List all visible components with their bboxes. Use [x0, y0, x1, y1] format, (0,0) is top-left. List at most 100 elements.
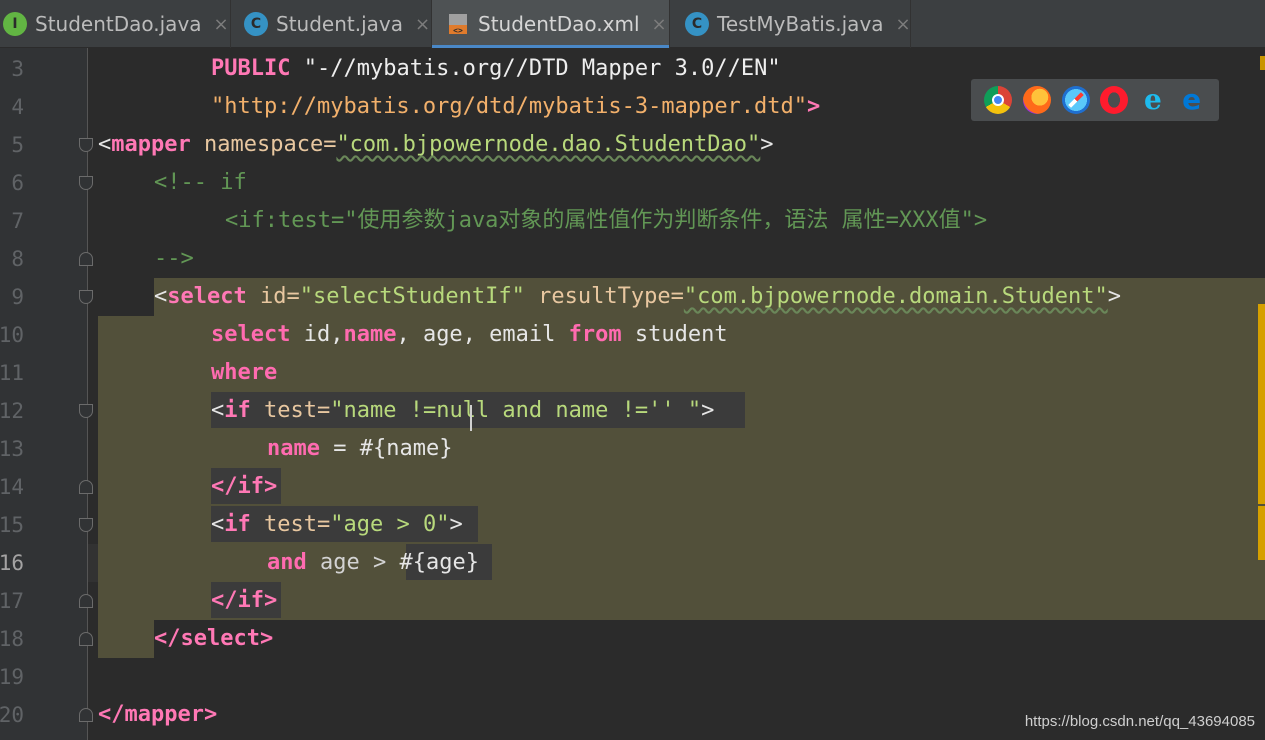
tag-bracket: < [154, 284, 168, 309]
closing-tag: </mapper> [98, 702, 218, 727]
open-in-browser-toolbar: e e [971, 79, 1219, 121]
tab-label: Student.java [276, 12, 403, 36]
tab-label: StudentDao.xml [478, 12, 640, 36]
code-line-10: select id,name, age, email from student [211, 316, 728, 354]
tab-studentdao-java[interactable]: I StudentDao.java × [0, 0, 231, 48]
closing-tag: </select> [154, 626, 274, 651]
sql-keyword: name [267, 436, 320, 461]
code-line-20: </mapper> [98, 696, 217, 734]
attr-name: test= [264, 512, 331, 537]
edge-icon[interactable]: e [1178, 86, 1206, 114]
close-icon[interactable]: × [652, 14, 667, 35]
watermark-url: https://blog.csdn.net/qq_43694085 [1024, 713, 1255, 730]
closing-tag: </if> [211, 474, 278, 499]
code-line-4: "http://mybatis.org/dtd/mybatis-3-mapper… [211, 88, 820, 126]
tag-bracket: > [760, 132, 774, 157]
line-number: 10 [0, 323, 24, 347]
tag-bracket: > [1107, 284, 1121, 309]
ie-icon[interactable]: e [1139, 86, 1167, 114]
comment-text: <!-- if [154, 170, 247, 195]
scroll-highlight-marker[interactable] [1258, 304, 1265, 504]
comment-text: <if:test="使用参数java对象的属性值作为判断条件，语法 属性=XXX… [225, 208, 988, 233]
attr-name: test= [264, 398, 331, 423]
code-line-6: <!-- if [154, 164, 247, 202]
mouse-text-cursor [470, 405, 472, 431]
line-number: 5 [11, 133, 24, 157]
line-number: 20 [0, 703, 24, 727]
line-number: 6 [11, 171, 24, 195]
chrome-icon[interactable] [984, 86, 1013, 114]
tag-name: if [224, 512, 251, 537]
code-line-18: </select> [154, 620, 273, 658]
interface-icon: I [3, 12, 27, 36]
line-number: 3 [11, 57, 24, 81]
tab-label: StudentDao.java [35, 12, 202, 36]
attr-name: resultType= [538, 284, 684, 309]
close-icon[interactable]: × [415, 14, 430, 35]
attr-value: "com.bjpowernode.dao.StudentDao" [336, 132, 761, 157]
sql-text: student [621, 322, 728, 347]
line-number: 17 [0, 589, 24, 613]
scroll-highlight-marker[interactable] [1258, 506, 1265, 560]
line-number-gutter[interactable]: 3 4 5 6 7 8 9 10 11 12 13 14 15 16 17 18… [0, 48, 93, 740]
code-line-12: <if test="name !=null and name !='' "> [211, 392, 714, 430]
editor-tab-bar: I StudentDao.java × C Student.java × <> … [0, 0, 1265, 48]
line-number: 19 [0, 665, 24, 689]
code-line-8: --> [154, 240, 194, 278]
line-number: 4 [11, 95, 24, 119]
line-number-current: 16 [0, 551, 24, 575]
test-class-icon: C [685, 12, 709, 36]
sql-text: age > [306, 550, 400, 575]
tag-bracket: < [98, 132, 112, 157]
error-stripe-marker[interactable] [1260, 56, 1265, 70]
close-icon[interactable]: × [214, 14, 229, 35]
line-number: 12 [0, 399, 24, 423]
sql-keyword: name [343, 322, 397, 347]
code-area[interactable]: PUBLIC "-//mybatis.org//DTD Mapper 3.0//… [88, 48, 1265, 740]
opera-icon[interactable] [1100, 86, 1129, 114]
tag-bracket: > [449, 512, 463, 537]
code-line-7: <if:test="使用参数java对象的属性值作为判断条件，语法 属性=XXX… [225, 202, 987, 240]
close-icon[interactable]: × [896, 14, 911, 35]
sql-keyword: and [267, 550, 307, 575]
attr-value: "age > 0" [330, 512, 450, 537]
line-number: 9 [11, 285, 24, 309]
sql-text: = #{name} [319, 436, 453, 461]
tab-testmybatis-java[interactable]: C TestMyBatis.java × [671, 0, 911, 48]
code-line-14: </if> [211, 468, 277, 506]
tag-name: if [224, 398, 251, 423]
sql-param: #{age} [399, 550, 479, 575]
tag-name: select [167, 284, 247, 309]
code-line-3: PUBLIC "-//mybatis.org//DTD Mapper 3.0//… [211, 50, 781, 88]
line-number: 18 [0, 627, 24, 651]
sql-keyword: from [568, 322, 622, 347]
doctype-system-id: "http://mybatis.org/dtd/mybatis-3-mapper… [211, 94, 808, 119]
xml-file-icon: <> [446, 12, 470, 36]
tag-bracket: < [211, 512, 225, 537]
line-number: 14 [0, 475, 24, 499]
code-line-9: <select id="selectStudentIf" resultType=… [154, 278, 1121, 316]
tab-label: TestMyBatis.java [717, 12, 884, 36]
firefox-icon[interactable] [1022, 86, 1051, 114]
tab-student-java[interactable]: C Student.java × [241, 0, 432, 48]
code-line-11: where [211, 354, 277, 392]
sql-text: , age, email [396, 322, 569, 347]
safari-icon[interactable] [1061, 86, 1090, 114]
sql-text: id, [290, 322, 344, 347]
line-number: 8 [11, 247, 24, 271]
comment-text: --> [154, 246, 194, 271]
sql-keyword: where [211, 360, 278, 385]
line-number: 13 [0, 437, 24, 461]
attr-value: "com.bjpowernode.domain.Student" [683, 284, 1108, 309]
code-editor[interactable]: 3 4 5 6 7 8 9 10 11 12 13 14 15 16 17 18… [0, 48, 1265, 740]
doctype-keyword: PUBLIC [211, 56, 291, 81]
tag-bracket: < [211, 398, 225, 423]
tag-bracket: > [701, 398, 715, 423]
class-icon: C [244, 12, 268, 36]
svg-text:<>: <> [453, 26, 463, 35]
attr-name: id= [259, 284, 300, 309]
code-line-17: </if> [211, 582, 277, 620]
tab-studentdao-xml[interactable]: <> StudentDao.xml × [432, 0, 670, 48]
line-number: 15 [0, 513, 24, 537]
attr-value: "selectStudentIf" [299, 284, 525, 309]
